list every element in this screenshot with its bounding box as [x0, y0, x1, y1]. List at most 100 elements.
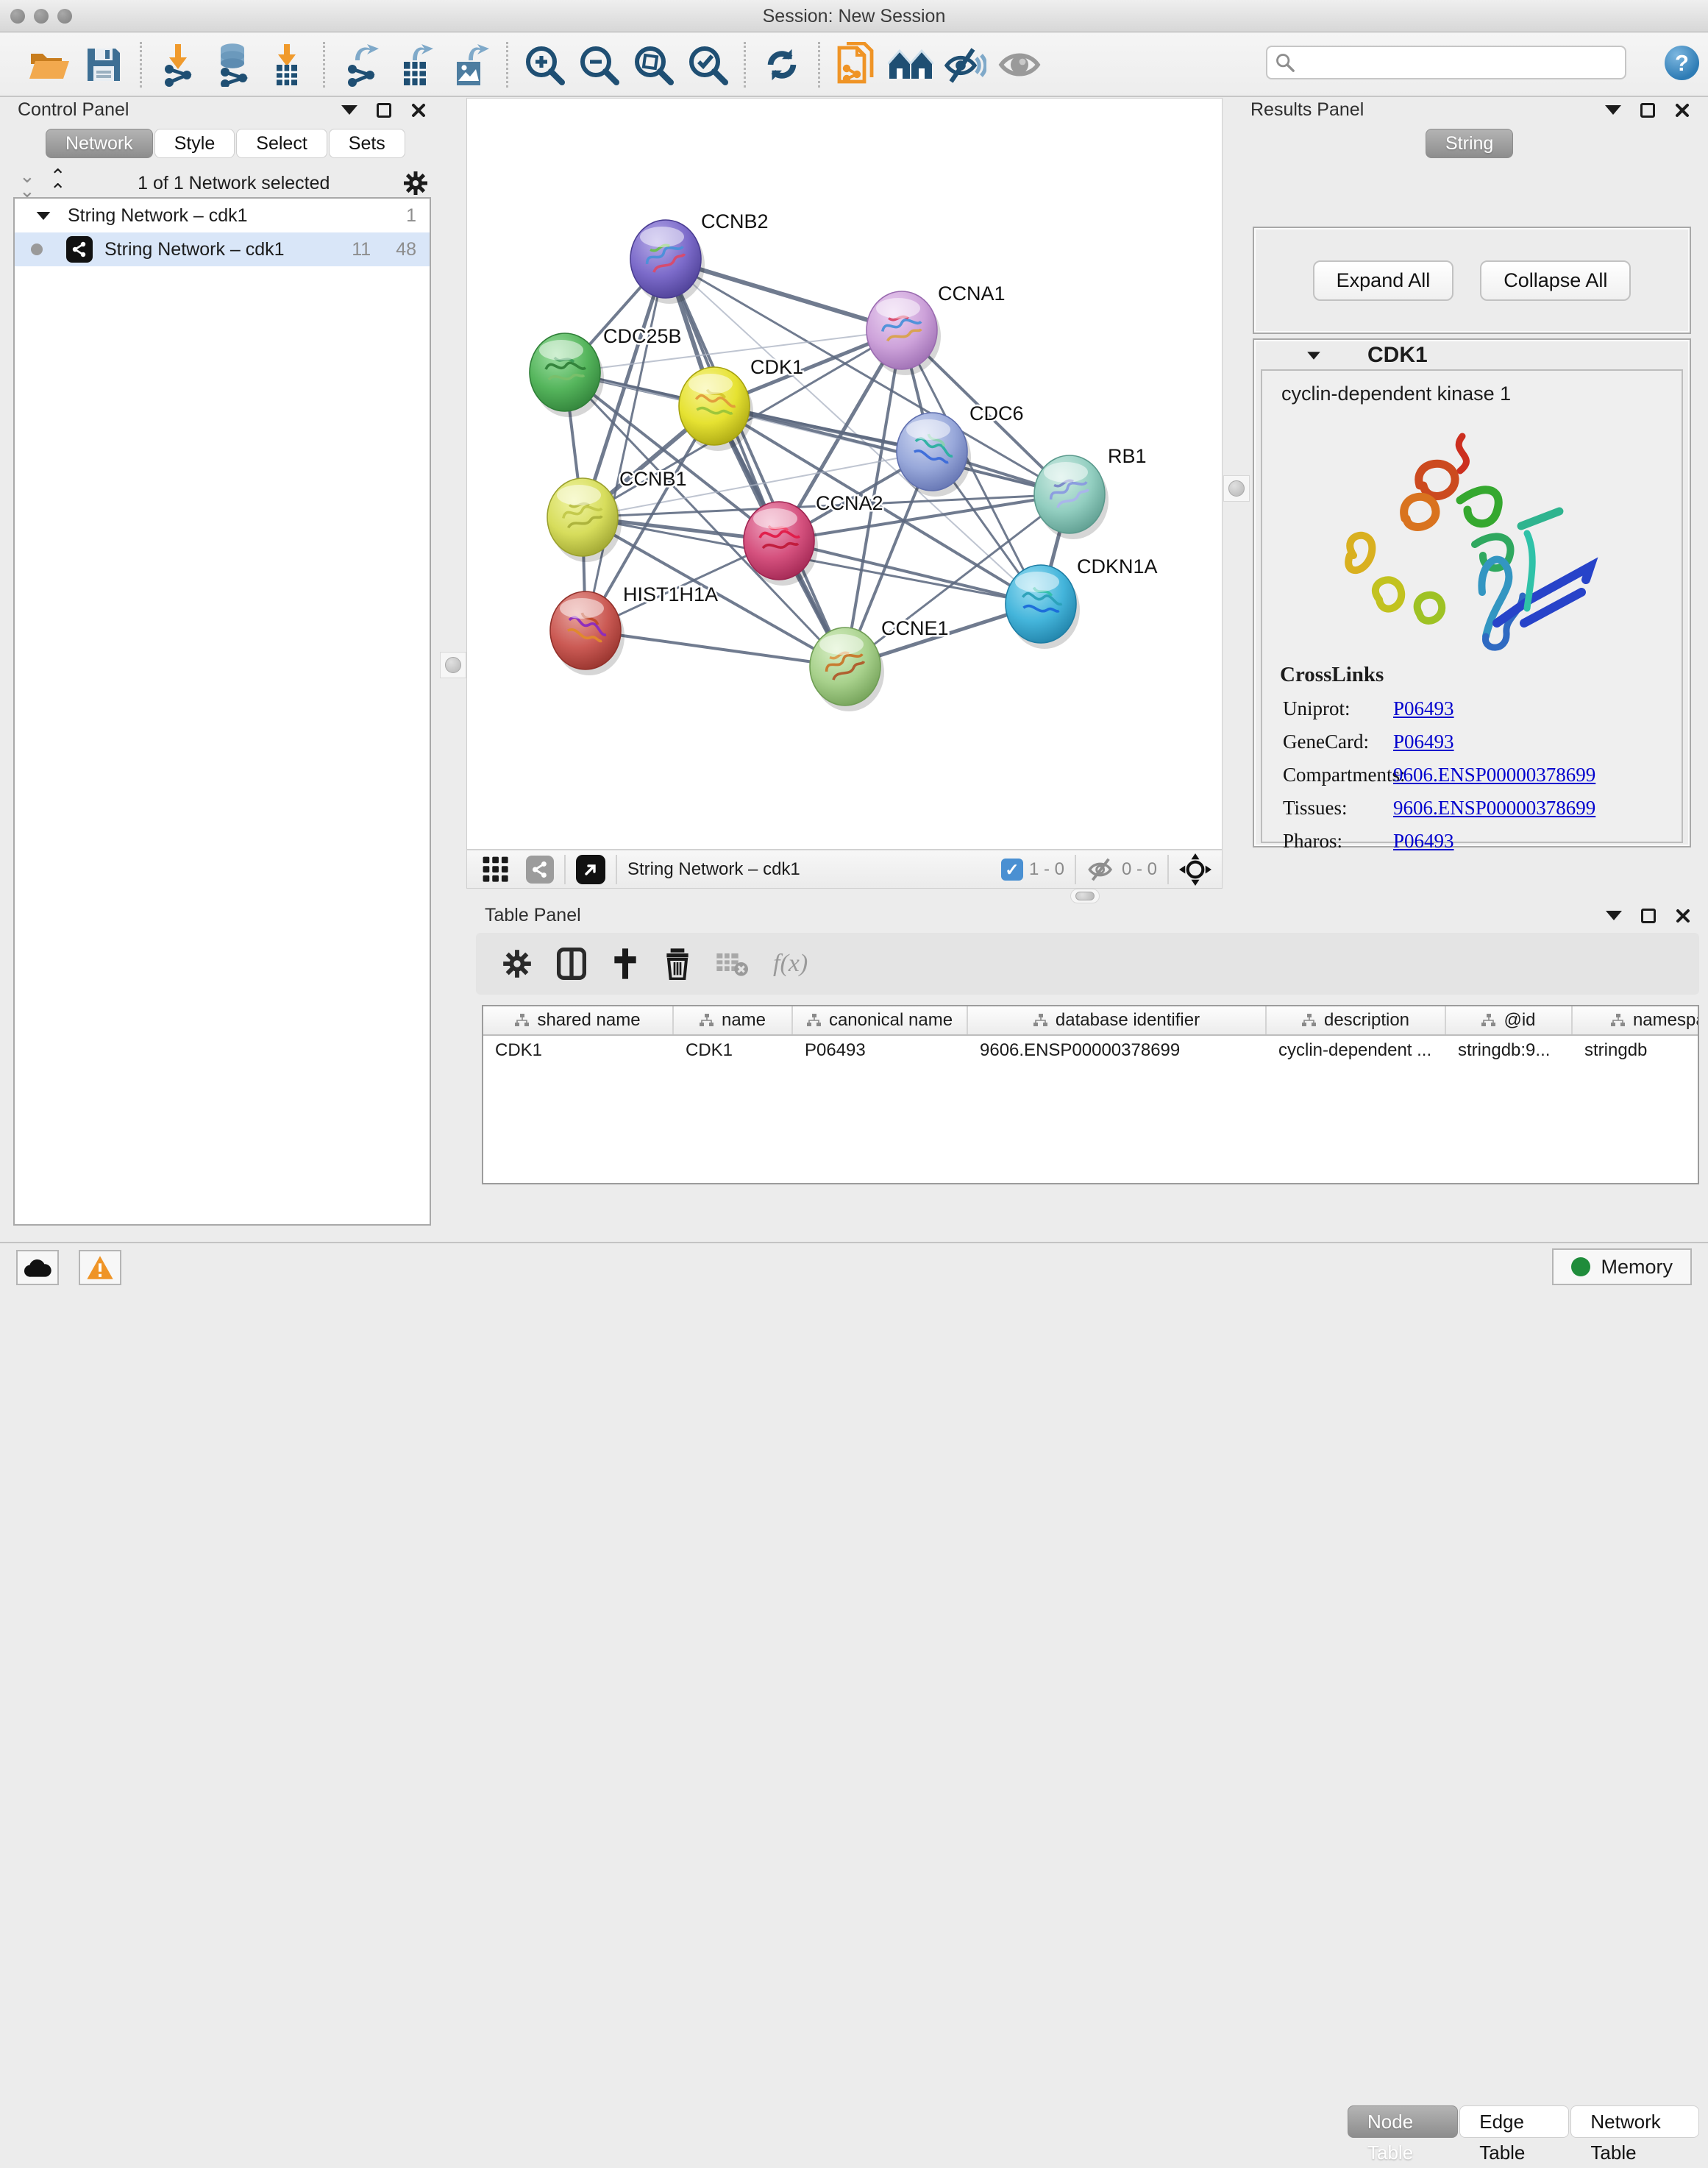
gene-collapse-icon[interactable]	[1307, 352, 1320, 359]
network-node-CCNB1[interactable]	[547, 478, 622, 562]
crosslink-value-link[interactable]: P06493	[1393, 731, 1454, 753]
table-cell[interactable]: CDK1	[483, 1036, 674, 1067]
control-tab-network[interactable]: Network	[46, 129, 153, 158]
import-network-button[interactable]	[151, 38, 205, 91]
network-row-selected[interactable]: String Network – cdk1 11 48	[15, 232, 430, 266]
network-graph[interactable]: CCNB2CCNA1CDC25BCDK1CDC6RB1CCNB1CCNA2CDK…	[467, 99, 1223, 850]
panel-close-icon[interactable]	[1675, 908, 1691, 924]
column-header-database-identifier[interactable]: database identifier	[968, 1006, 1267, 1034]
crosslink-value-link[interactable]: 9606.ENSP00000378699	[1393, 797, 1595, 820]
zoom-in-button[interactable]	[517, 38, 572, 91]
tab-node-table[interactable]: Node Table	[1348, 2105, 1458, 2138]
import-database-button[interactable]	[205, 38, 260, 91]
table-cell[interactable]: P06493	[793, 1036, 968, 1067]
panel-float-icon[interactable]	[341, 105, 357, 115]
panel-float-icon[interactable]	[1606, 911, 1622, 920]
memory-label: Memory	[1601, 1256, 1673, 1279]
crosslink-value-link[interactable]: P06493	[1393, 830, 1454, 853]
save-session-button[interactable]	[76, 38, 131, 91]
expand-all-icon[interactable]: ⌃⌃	[50, 168, 65, 198]
selected-checkbox-icon[interactable]: ✓	[1001, 859, 1023, 881]
network-node-CCNB2[interactable]	[630, 220, 705, 304]
panel-maximize-icon[interactable]	[1641, 909, 1656, 923]
show-graphics-details-button[interactable]	[992, 38, 1047, 91]
tab-network-table[interactable]: Network Table	[1570, 2105, 1699, 2138]
panel-close-icon[interactable]	[1674, 102, 1690, 118]
network-node-CCNA1[interactable]	[867, 291, 941, 375]
cloud-status-button[interactable]	[16, 1250, 59, 1285]
node-label-CDKN1A: CDKN1A	[1077, 555, 1158, 577]
eye-slash-waves-icon	[944, 46, 986, 83]
network-node-RB1[interactable]	[1034, 455, 1109, 539]
import-table-button[interactable]	[260, 38, 314, 91]
column-header-description[interactable]: description	[1267, 1006, 1446, 1034]
table-cell[interactable]: stringdb:9...	[1446, 1036, 1573, 1067]
warning-status-button[interactable]	[79, 1250, 121, 1285]
table-cell[interactable]: stringdb	[1573, 1036, 1699, 1067]
column-header-shared-name[interactable]: shared name	[483, 1006, 674, 1034]
export-table-button[interactable]	[388, 38, 443, 91]
help-button[interactable]: ?	[1665, 46, 1699, 80]
zoom-selected-button[interactable]	[680, 38, 735, 91]
left-splitter-handle[interactable]	[440, 652, 466, 678]
results-tab-string[interactable]: String	[1426, 129, 1513, 158]
crosslink-row: Uniprot:P06493	[1283, 697, 1682, 720]
table-cell[interactable]: cyclin-dependent ...	[1267, 1036, 1446, 1067]
control-tab-style[interactable]: Style	[154, 129, 235, 158]
birds-eye-crosshair-icon[interactable]	[1179, 853, 1211, 886]
open-session-button[interactable]	[22, 38, 76, 91]
column-header-name[interactable]: name	[674, 1006, 793, 1034]
bottom-splitter-handle[interactable]	[1070, 889, 1100, 903]
network-collection-row[interactable]: String Network – cdk1 1	[15, 199, 430, 232]
add-column-icon[interactable]	[611, 948, 639, 980]
zoom-out-button[interactable]	[572, 38, 626, 91]
function-builder-icon[interactable]: f(x)	[773, 950, 808, 978]
panel-close-icon[interactable]	[410, 102, 427, 118]
network-node-CDKN1A[interactable]	[1006, 565, 1080, 649]
gear-icon[interactable]	[403, 171, 428, 196]
refresh-button[interactable]	[755, 38, 809, 91]
export-network-button[interactable]	[334, 38, 388, 91]
collapse-all-icon[interactable]: ⌄⌄	[19, 168, 34, 198]
network-canvas[interactable]: CCNB2CCNA1CDC25BCDK1CDC6RB1CCNB1CCNA2CDK…	[466, 98, 1223, 850]
tree-expand-icon[interactable]	[37, 211, 51, 219]
column-header-namespace[interactable]: namespace	[1573, 1006, 1699, 1034]
table-cell[interactable]: 9606.ENSP00000378699	[968, 1036, 1267, 1067]
string-import-button[interactable]	[829, 38, 883, 91]
delete-table-icon-disabled[interactable]	[716, 950, 748, 977]
crosslink-value-link[interactable]: 9606.ENSP00000378699	[1393, 764, 1595, 786]
panel-float-icon[interactable]	[1605, 105, 1621, 115]
network-node-CDK1[interactable]	[679, 367, 753, 451]
network-node-CCNE1[interactable]	[810, 628, 884, 711]
delete-column-icon[interactable]	[664, 948, 691, 980]
memory-button[interactable]: Memory	[1552, 1248, 1692, 1285]
network-share-view-icon[interactable]	[526, 856, 554, 884]
node-label-CCNE1: CCNE1	[881, 617, 949, 639]
grid-view-icon[interactable]	[482, 856, 510, 884]
table-row[interactable]: CDK1CDK1P064939606.ENSP00000378699cyclin…	[483, 1036, 1698, 1067]
crosslink-label: GeneCard:	[1283, 731, 1393, 753]
detach-view-button[interactable]	[576, 855, 605, 884]
search-input[interactable]	[1295, 52, 1612, 73]
table-cell[interactable]: CDK1	[674, 1036, 793, 1067]
network-node-HIST1H1A[interactable]	[550, 591, 625, 675]
node-label-HIST1H1A: HIST1H1A	[623, 583, 718, 605]
crosslink-value-link[interactable]: P06493	[1393, 697, 1454, 720]
panel-maximize-icon[interactable]	[1640, 103, 1655, 118]
collapse-all-button[interactable]: Collapse All	[1480, 260, 1631, 301]
panel-maximize-icon[interactable]	[377, 103, 391, 118]
expand-all-button[interactable]: Expand All	[1313, 260, 1454, 301]
network-node-CDC25B[interactable]	[530, 333, 604, 417]
glass-effect-toggle-button[interactable]	[938, 38, 992, 91]
string-confidence-button[interactable]	[883, 38, 938, 91]
column-header-@id[interactable]: @id	[1446, 1006, 1573, 1034]
export-image-button[interactable]	[443, 38, 497, 91]
tab-edge-table[interactable]: Edge Table	[1459, 2105, 1569, 2138]
column-header-canonical-name[interactable]: canonical name	[793, 1006, 968, 1034]
zoom-fit-button[interactable]	[626, 38, 680, 91]
control-tab-sets[interactable]: Sets	[329, 129, 405, 158]
network-node-CDC6[interactable]	[897, 413, 971, 497]
show-columns-icon[interactable]	[557, 948, 586, 980]
table-gear-icon[interactable]	[502, 949, 532, 978]
control-tab-select[interactable]: Select	[236, 129, 327, 158]
